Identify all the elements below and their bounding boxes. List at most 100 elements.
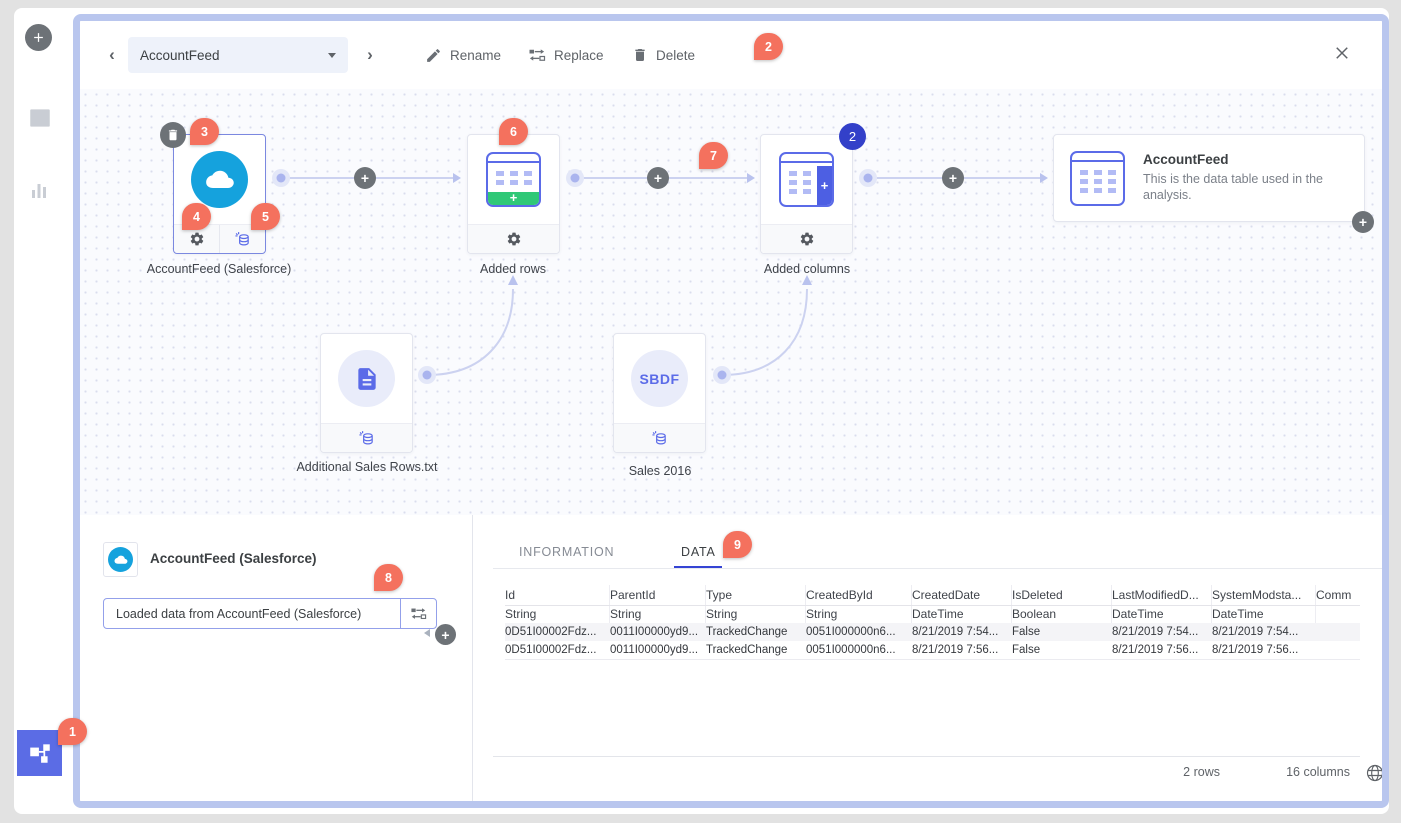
- rename-button[interactable]: Rename: [425, 41, 501, 69]
- annotation-badge-4: 4: [182, 203, 211, 230]
- tab-divider: [493, 568, 1382, 569]
- node-additional-sales-rows[interactable]: [320, 333, 413, 453]
- trash-icon: [168, 129, 178, 141]
- data-canvas-icon: [29, 744, 50, 763]
- gear-icon: [190, 232, 203, 246]
- pencil-icon: [427, 48, 440, 62]
- plus-icon: +: [441, 626, 450, 643]
- locale-button[interactable]: [1362, 760, 1382, 786]
- added-rows-icon: +: [486, 152, 541, 207]
- added-columns-icon: +: [779, 152, 834, 207]
- annotation-badge-1: 1: [58, 718, 87, 745]
- left-rail: 1: [14, 8, 87, 814]
- operation-row[interactable]: Loaded data from AccountFeed (Salesforce…: [103, 598, 437, 629]
- node-accountfeed-salesforce[interactable]: [173, 134, 266, 254]
- annotation-badge-3: 3: [190, 118, 219, 145]
- delete-label: Delete: [656, 47, 696, 63]
- table-selector-value: AccountFeed: [140, 47, 220, 63]
- canvas-toolbar: ‹ AccountFeed › Rename Replace Delete 2: [80, 21, 1382, 89]
- details-section: AccountFeed (Salesforce) Loaded data fro…: [80, 515, 1382, 801]
- insert-transformation-button[interactable]: +: [647, 167, 669, 189]
- previous-table-button[interactable]: ‹: [102, 45, 122, 65]
- table-row: 0D51I00002Fdz... 0011I00000yd9... Tracke…: [505, 641, 1360, 660]
- annotation-badge-7: 7: [699, 142, 728, 169]
- operation-replace-button[interactable]: [400, 599, 436, 628]
- column-type-row: String String String String DateTime Boo…: [505, 606, 1360, 623]
- data-list-icon: [30, 109, 50, 127]
- visualizations-button[interactable]: [27, 178, 51, 202]
- node-refresh-data-button[interactable]: [614, 424, 705, 452]
- plus-icon: +: [1358, 214, 1368, 230]
- final-node-title: AccountFeed: [1143, 152, 1229, 168]
- sbdf-file-icon: SBDF: [631, 350, 688, 407]
- chevron-down-icon: [328, 52, 336, 58]
- node-label: Sales 2016: [628, 464, 692, 478]
- final-node-description: This is the data table used in the analy…: [1143, 172, 1323, 202]
- data-canvas-window: ‹ AccountFeed › Rename Replace Delete 2 …: [73, 14, 1389, 808]
- node-sales-2016[interactable]: SBDF: [613, 333, 706, 453]
- app-window: 1 ‹ AccountFeed › Rename Replace Delete …: [14, 8, 1389, 814]
- annotation-badge-9: 9: [723, 531, 752, 558]
- replace-icon: [411, 608, 427, 620]
- table-selector-dropdown[interactable]: AccountFeed: [128, 37, 348, 73]
- source-title: AccountFeed (Salesforce): [150, 551, 317, 566]
- annotation-badge-2: 2: [754, 33, 783, 60]
- close-button[interactable]: [1328, 39, 1356, 67]
- footer-divider: [493, 756, 1360, 757]
- node-refresh-data-button[interactable]: [321, 424, 412, 452]
- operation-label: Loaded data from AccountFeed (Salesforce…: [116, 606, 362, 621]
- plus-icon: +: [360, 170, 370, 186]
- data-canvas[interactable]: + + + AccountFeed (Salesforce) 3 4 5 + A…: [80, 89, 1382, 515]
- connector-arrow-icon: [424, 629, 430, 637]
- trash-icon: [635, 49, 645, 61]
- replace-icon: [529, 49, 546, 61]
- refresh-data-icon: [235, 231, 249, 245]
- text-file-icon: [338, 350, 395, 407]
- node-delete-button[interactable]: [160, 122, 186, 148]
- add-operation-button[interactable]: +: [435, 624, 456, 645]
- tab-information[interactable]: INFORMATION: [519, 545, 614, 559]
- row-count: 2 rows: [1183, 765, 1220, 779]
- plus-icon: +: [653, 170, 663, 186]
- refresh-data-icon: [359, 430, 373, 444]
- delete-button[interactable]: Delete: [632, 41, 695, 69]
- next-table-button[interactable]: ›: [360, 45, 380, 65]
- add-transformation-button[interactable]: +: [1352, 211, 1374, 233]
- rename-label: Rename: [450, 47, 502, 63]
- data-canvas-button[interactable]: [17, 730, 62, 776]
- tab-data[interactable]: DATA: [681, 545, 716, 559]
- bar-chart-icon: [32, 184, 46, 198]
- close-icon: [1336, 47, 1348, 59]
- salesforce-cloud-icon: [191, 151, 248, 208]
- insert-transformation-button[interactable]: +: [942, 167, 964, 189]
- replace-button[interactable]: Replace: [528, 41, 604, 69]
- plus-icon: [34, 33, 43, 42]
- node-label: Added rows: [479, 262, 546, 276]
- gear-icon: [800, 232, 813, 246]
- data-in-analysis-button[interactable]: [27, 105, 53, 131]
- node-settings-button[interactable]: [468, 225, 559, 253]
- node-added-columns[interactable]: +: [760, 134, 853, 254]
- source-details-panel: AccountFeed (Salesforce) Loaded data fro…: [80, 515, 473, 801]
- data-table-icon: [1070, 150, 1125, 206]
- annotation-badge-6: 6: [499, 118, 528, 145]
- column-header-row: Id ParentId Type CreatedById CreatedDate…: [505, 585, 1360, 606]
- annotation-badge-5: 5: [251, 203, 280, 230]
- node-added-rows[interactable]: +: [467, 134, 560, 254]
- plus-icon: +: [948, 170, 958, 186]
- salesforce-cloud-icon: [108, 547, 133, 572]
- table-row: 0D51I00002Fdz... 0011I00000yd9... Tracke…: [505, 623, 1360, 641]
- add-visualization-button[interactable]: [25, 24, 52, 51]
- gear-icon: [507, 232, 520, 246]
- node-label: Added columns: [763, 262, 851, 276]
- transformation-count-badge[interactable]: 2: [839, 123, 866, 150]
- column-count: 16 columns: [1286, 765, 1350, 779]
- insert-transformation-button[interactable]: +: [354, 167, 376, 189]
- replace-label: Replace: [554, 47, 604, 63]
- source-icon-tile: [103, 542, 138, 577]
- node-label: AccountFeed (Salesforce): [146, 262, 292, 276]
- node-accountfeed-table[interactable]: AccountFeed This is the data table used …: [1053, 134, 1365, 222]
- node-label: Additional Sales Rows.txt: [296, 460, 438, 474]
- annotation-badge-8: 8: [374, 564, 403, 591]
- node-settings-button[interactable]: [761, 225, 852, 253]
